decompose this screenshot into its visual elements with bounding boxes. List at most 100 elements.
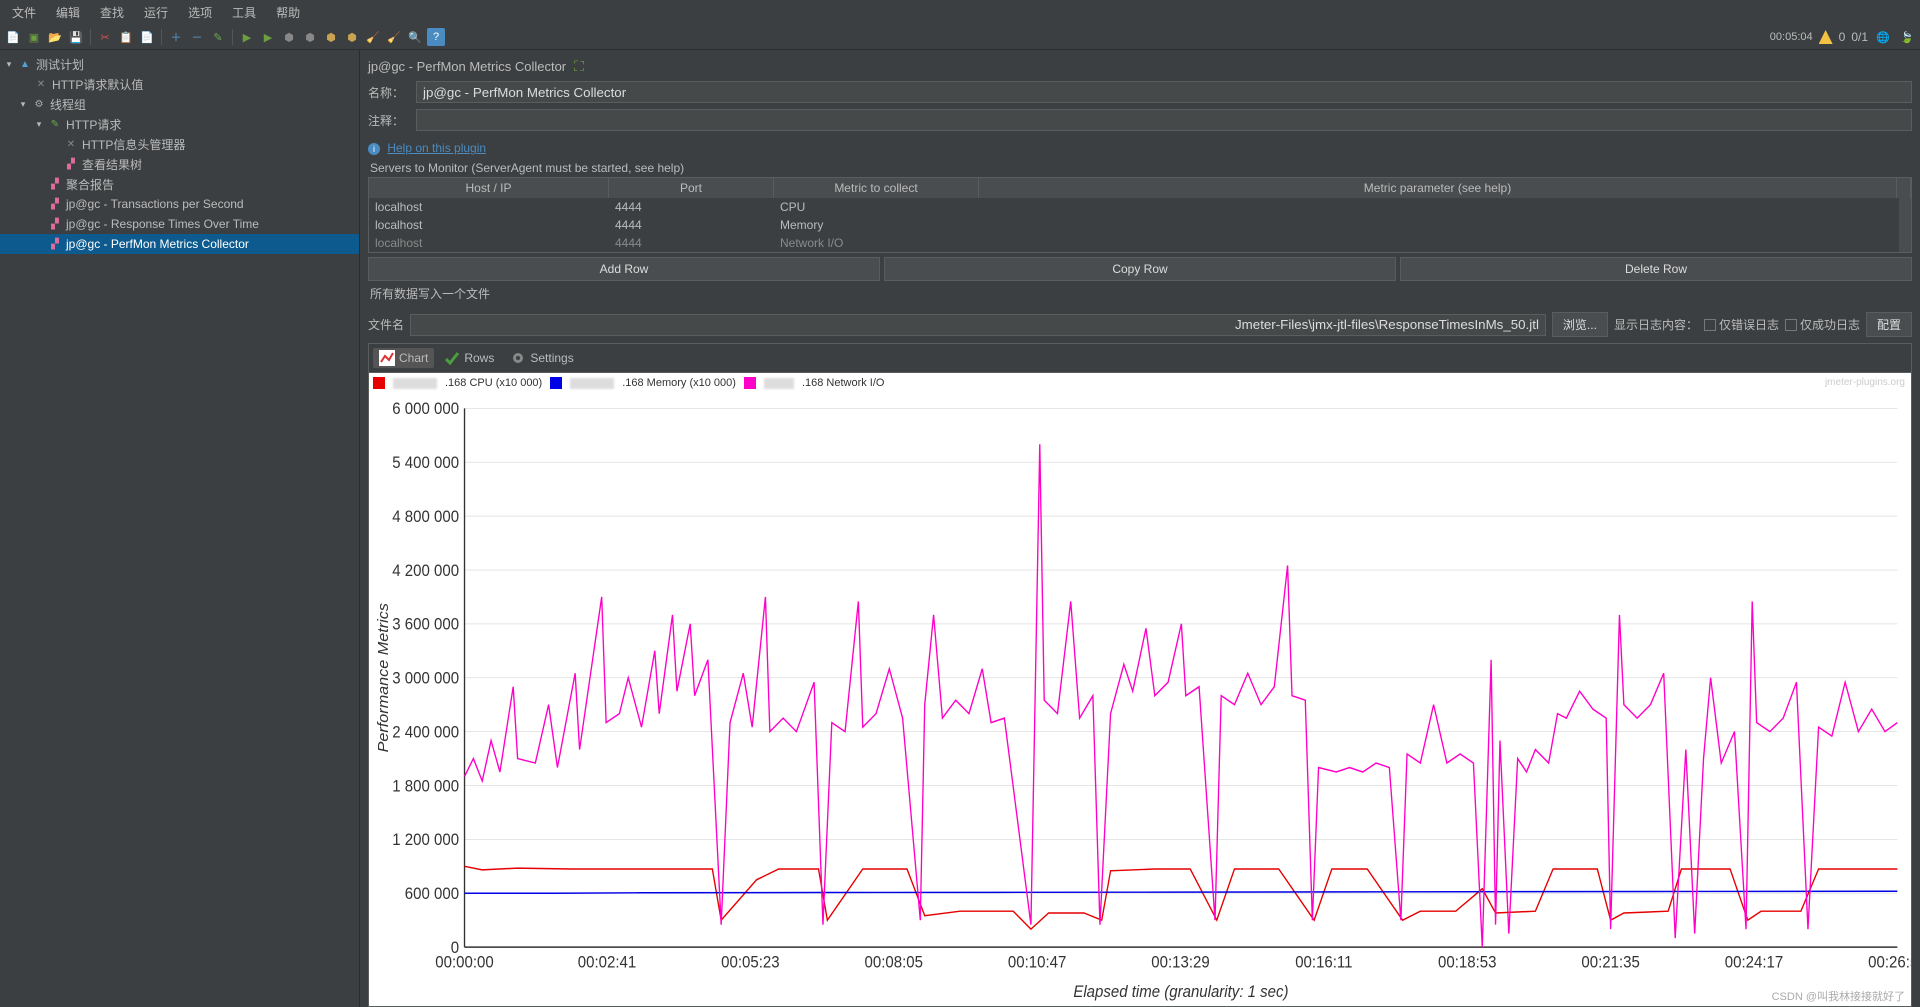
toggle-icon[interactable]: ✎ bbox=[209, 28, 227, 46]
tree-root[interactable]: ▾ ▲ 测试计划 bbox=[0, 54, 359, 74]
help-icon[interactable]: ? bbox=[427, 28, 445, 46]
menu-help[interactable]: 帮助 bbox=[270, 2, 306, 23]
delete-row-button[interactable]: Delete Row bbox=[1400, 257, 1912, 281]
tree-label: jp@gc - Response Times Over Time bbox=[66, 217, 259, 231]
wrench-icon: ✕ bbox=[34, 77, 48, 91]
col-host[interactable]: Host / IP bbox=[369, 178, 609, 198]
legend-swatch bbox=[373, 377, 385, 389]
open-icon[interactable]: 📂 bbox=[46, 28, 64, 46]
add-icon[interactable]: ＋ bbox=[167, 28, 185, 46]
save-icon[interactable]: 💾 bbox=[67, 28, 85, 46]
menu-search[interactable]: 查找 bbox=[94, 2, 130, 23]
legend-blur bbox=[570, 378, 614, 389]
svg-text:4 200 000: 4 200 000 bbox=[392, 562, 459, 580]
svg-text:00:24:17: 00:24:17 bbox=[1725, 954, 1783, 972]
browse-button[interactable]: 浏览... bbox=[1552, 312, 1608, 337]
chart-icon: ▞ bbox=[48, 217, 62, 231]
legend-blur bbox=[764, 378, 794, 389]
flask-icon: ▲ bbox=[18, 57, 32, 71]
tree-http-defaults[interactable]: ✕ HTTP请求默认值 bbox=[0, 74, 359, 94]
servers-table: Host / IP Port Metric to collect Metric … bbox=[368, 177, 1912, 253]
svg-text:00:26:59: 00:26:59 bbox=[1868, 954, 1911, 972]
svg-text:5 400 000: 5 400 000 bbox=[392, 455, 459, 473]
tab-rows[interactable]: Rows bbox=[438, 348, 500, 368]
menu-edit[interactable]: 编辑 bbox=[50, 2, 86, 23]
templates-icon[interactable]: ▣ bbox=[25, 28, 43, 46]
paste-icon[interactable]: 📄 bbox=[138, 28, 156, 46]
cut-icon[interactable]: ✂ bbox=[96, 28, 114, 46]
gear-icon bbox=[510, 350, 526, 366]
copy-icon[interactable]: 📋 bbox=[117, 28, 135, 46]
add-row-button[interactable]: Add Row bbox=[368, 257, 880, 281]
table-scrollbar[interactable] bbox=[1899, 198, 1911, 252]
stop-icon[interactable]: ⬢ bbox=[280, 28, 298, 46]
shutdown-icon[interactable]: ⬢ bbox=[301, 28, 319, 46]
table-row[interactable]: localhost 4444 Memory bbox=[369, 216, 1911, 234]
tree-thread-group[interactable]: ▾ ⚙ 线程组 bbox=[0, 94, 359, 114]
help-link[interactable]: Help on this plugin bbox=[387, 141, 486, 155]
svg-text:00:10:47: 00:10:47 bbox=[1008, 954, 1066, 972]
menu-file[interactable]: 文件 bbox=[6, 2, 42, 23]
start-no-timers-icon[interactable]: ▶ bbox=[259, 28, 277, 46]
tree-label: HTTP请求默认值 bbox=[52, 76, 143, 93]
watermark: jmeter-plugins.org bbox=[1825, 377, 1905, 388]
menu-tools[interactable]: 工具 bbox=[226, 2, 262, 23]
errors-only-checkbox[interactable]: 仅错误日志 bbox=[1704, 316, 1779, 333]
success-only-checkbox[interactable]: 仅成功日志 bbox=[1785, 316, 1860, 333]
remote-stop-icon[interactable]: ⬢ bbox=[343, 28, 361, 46]
tree-header-manager[interactable]: ✕ HTTP信息头管理器 bbox=[0, 134, 359, 154]
tree-response-times[interactable]: ▞ jp@gc - Response Times Over Time bbox=[0, 214, 359, 234]
name-input[interactable] bbox=[416, 81, 1912, 103]
svg-text:1 200 000: 1 200 000 bbox=[392, 832, 459, 850]
warning-icon[interactable] bbox=[1819, 30, 1833, 44]
tree-http-request[interactable]: ▾ ✎ HTTP请求 bbox=[0, 114, 359, 134]
tab-settings[interactable]: Settings bbox=[504, 348, 579, 368]
col-param[interactable]: Metric parameter (see help) bbox=[979, 178, 1897, 198]
expand-icon[interactable]: ⛶ bbox=[574, 58, 584, 75]
svg-text:Elapsed time (granularity: 1 s: Elapsed time (granularity: 1 sec) bbox=[1073, 984, 1288, 1002]
clear-all-icon[interactable]: 🧹 bbox=[385, 28, 403, 46]
test-plan-tree[interactable]: ▾ ▲ 测试计划 ✕ HTTP请求默认值 ▾ ⚙ 线程组 ▾ ✎ HTTP请求 … bbox=[0, 50, 360, 1007]
svg-text:00:21:35: 00:21:35 bbox=[1581, 954, 1640, 972]
menu-options[interactable]: 选项 bbox=[182, 2, 218, 23]
configure-button[interactable]: 配置 bbox=[1866, 312, 1912, 337]
collapse-icon[interactable]: ▾ bbox=[4, 59, 14, 70]
col-port[interactable]: Port bbox=[609, 178, 774, 198]
remove-icon[interactable]: － bbox=[188, 28, 206, 46]
new-icon[interactable]: 📄 bbox=[4, 28, 22, 46]
tree-tps[interactable]: ▞ jp@gc - Transactions per Second bbox=[0, 194, 359, 214]
collapse-icon[interactable]: ▾ bbox=[34, 119, 44, 130]
results-icon: ▞ bbox=[64, 157, 78, 171]
svg-text:3 600 000: 3 600 000 bbox=[392, 616, 459, 634]
copy-row-button[interactable]: Copy Row bbox=[884, 257, 1396, 281]
toolbar: 📄 ▣ 📂 💾 ✂ 📋 📄 ＋ － ✎ ▶ ▶ ⬢ ⬢ ⬢ ⬢ 🧹 🧹 🔍 ? … bbox=[0, 25, 1920, 50]
tab-chart[interactable]: Chart bbox=[373, 348, 434, 368]
clear-icon[interactable]: 🧹 bbox=[364, 28, 382, 46]
col-metric[interactable]: Metric to collect bbox=[774, 178, 979, 198]
chart-svg: 0600 0001 200 0001 800 0002 400 0003 000… bbox=[369, 373, 1911, 1006]
menu-run[interactable]: 运行 bbox=[138, 2, 174, 23]
run-status-icon: 🍃 bbox=[1898, 28, 1916, 46]
table-row[interactable]: localhost 4444 CPU bbox=[369, 198, 1911, 216]
tree-label: 线程组 bbox=[50, 96, 86, 113]
tree-aggregate-report[interactable]: ▞ 聚合报告 bbox=[0, 174, 359, 194]
start-icon[interactable]: ▶ bbox=[238, 28, 256, 46]
report-icon: ▞ bbox=[48, 177, 62, 191]
legend-swatch bbox=[550, 377, 562, 389]
tree-perfmon[interactable]: ▞ jp@gc - PerfMon Metrics Collector bbox=[0, 234, 359, 254]
chart-area[interactable]: .168 CPU (x10 000) .168 Memory (x10 000)… bbox=[368, 372, 1912, 1007]
globe-icon[interactable]: 🌐 bbox=[1874, 28, 1892, 46]
filename-input[interactable] bbox=[410, 314, 1546, 336]
remote-start-icon[interactable]: ⬢ bbox=[322, 28, 340, 46]
collapse-icon[interactable]: ▾ bbox=[18, 99, 28, 110]
tree-label: HTTP请求 bbox=[66, 116, 121, 133]
svg-text:00:08:05: 00:08:05 bbox=[865, 954, 924, 972]
config-pane: jp@gc - PerfMon Metrics Collector ⛶ 名称： … bbox=[360, 50, 1920, 1007]
svg-text:6 000 000: 6 000 000 bbox=[392, 401, 459, 419]
tree-view-results[interactable]: ▞ 查看结果树 bbox=[0, 154, 359, 174]
function-helper-icon[interactable]: 🔍 bbox=[406, 28, 424, 46]
table-row[interactable]: localhost 4444 Network I/O bbox=[369, 234, 1911, 252]
menubar: 文件 编辑 查找 运行 选项 工具 帮助 bbox=[0, 0, 1920, 25]
elapsed-timer: 00:05:04 bbox=[1770, 31, 1813, 43]
comment-input[interactable] bbox=[416, 109, 1912, 131]
